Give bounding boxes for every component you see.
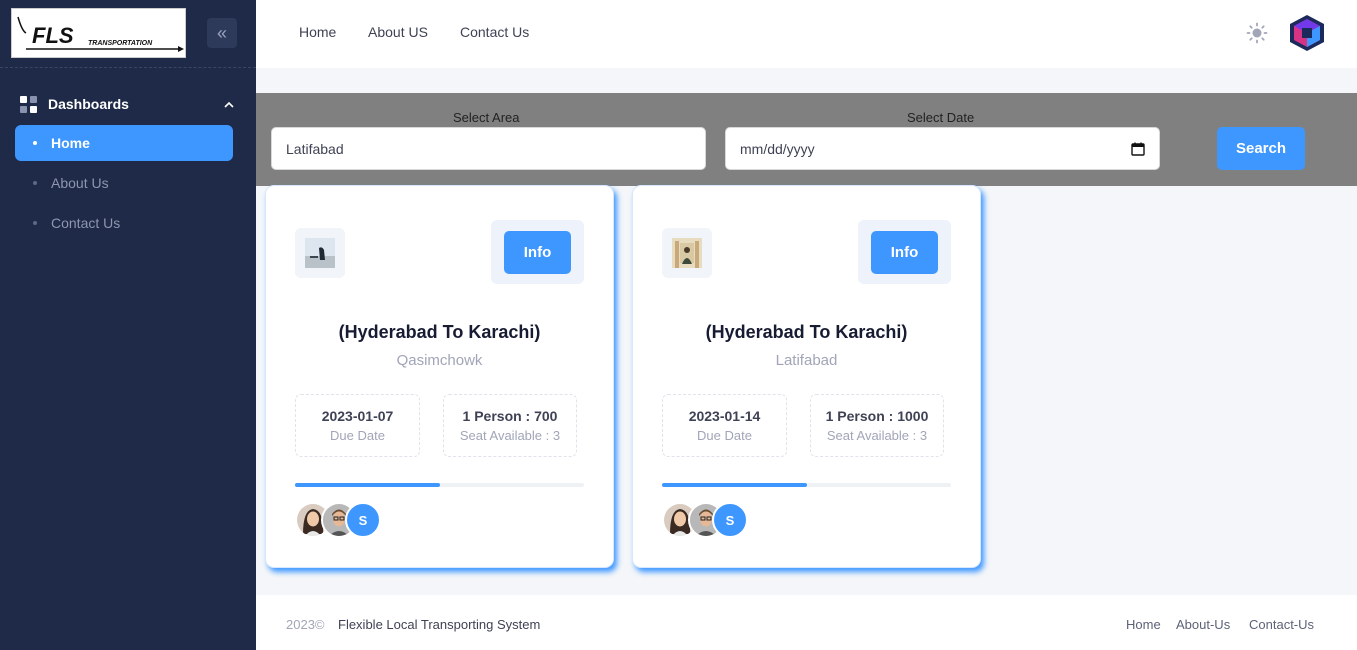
area-input[interactable]: Latifabad — [271, 127, 706, 170]
due-date-label: Due Date — [697, 428, 752, 443]
sidebar-item-label: Home — [51, 135, 90, 151]
calendar-icon[interactable] — [1131, 142, 1145, 156]
footer-link-contact[interactable]: Contact-Us — [1249, 617, 1314, 632]
trip-thumbnail — [662, 228, 712, 278]
pickup-location: Qasimchowk — [396, 352, 483, 369]
dashboard-grid-icon — [20, 95, 37, 113]
info-button-wrapper: Info — [491, 220, 584, 284]
due-date-value: 2023-01-07 — [321, 408, 394, 424]
bullet-icon — [33, 221, 37, 225]
double-chevron-left-icon: « — [216, 22, 227, 43]
dashboards-section-label: Dashboards — [48, 96, 129, 112]
search-bar: Select Area Latifabad Select Date mm/dd/… — [256, 93, 1357, 186]
trip-photo-icon — [305, 238, 335, 268]
price-value: 1 Person : 700 — [462, 408, 558, 424]
info-button-wrapper: Info — [858, 220, 951, 284]
trip-thumbnail — [295, 228, 345, 278]
progress-fill — [295, 483, 440, 487]
bullet-icon — [33, 181, 37, 185]
sidebar-item-about-us[interactable]: About Us — [15, 165, 233, 201]
seats-available: Seat Available : 3 — [459, 428, 561, 443]
avatar-group: S — [295, 502, 385, 538]
route-title: (Hyderabad To Karachi) — [338, 322, 541, 342]
chevron-up-icon — [224, 101, 234, 108]
sidebar-item-label: Contact Us — [51, 215, 121, 231]
dashboards-section[interactable]: Dashboards — [20, 94, 240, 114]
logo-text: FLS — [32, 23, 74, 48]
due-date-label: Due Date — [330, 428, 385, 443]
footer-link-about[interactable]: About-Us — [1176, 617, 1230, 632]
info-button[interactable]: Info — [871, 231, 938, 274]
route-title: (Hyderabad To Karachi) — [705, 322, 908, 342]
select-date-label: Select Date — [907, 110, 975, 125]
sidebar: FLS TRANSPORTATION « Dashboards Home Abo… — [0, 0, 256, 650]
trip-card: Info (Hyderabad To Karachi) Qasimchowk 2… — [266, 186, 613, 567]
due-date-box: 2023-01-14 Due Date — [662, 394, 787, 457]
top-header: Home About US Contact Us — [256, 0, 1357, 68]
price-box: 1 Person : 1000 Seat Available : 3 — [810, 394, 944, 457]
date-placeholder: mm/dd/yyyy — [740, 140, 815, 157]
footer-site-name: Flexible Local Transporting System — [338, 617, 541, 632]
collapse-sidebar-button[interactable]: « — [207, 18, 237, 48]
due-date-box: 2023-01-07 Due Date — [295, 394, 420, 457]
fls-logo[interactable]: FLS TRANSPORTATION — [11, 8, 186, 58]
progress-bar — [295, 483, 584, 487]
user-avatar[interactable] — [1288, 14, 1326, 52]
trip-photo-icon — [672, 238, 702, 268]
search-button[interactable]: Search — [1217, 127, 1305, 170]
header-link-home[interactable]: Home — [299, 24, 336, 40]
avatar-group: S — [662, 502, 752, 538]
header-link-about[interactable]: About US — [368, 24, 428, 40]
price-value: 1 Person : 1000 — [825, 408, 929, 424]
progress-bar — [662, 483, 951, 487]
footer-year: 2023© — [286, 617, 325, 632]
fls-logo-graphic: FLS TRANSPORTATION — [17, 16, 184, 52]
info-button[interactable]: Info — [504, 231, 571, 274]
sidebar-item-contact-us[interactable]: Contact Us — [15, 205, 233, 241]
price-box: 1 Person : 700 Seat Available : 3 — [443, 394, 577, 457]
footer-link-home[interactable]: Home — [1126, 617, 1161, 632]
date-input[interactable]: mm/dd/yyyy — [725, 127, 1160, 170]
due-date-value: 2023-01-14 — [688, 408, 761, 424]
sidebar-item-label: About Us — [51, 175, 109, 191]
trip-card: Info (Hyderabad To Karachi) Latifabad 20… — [633, 186, 980, 567]
header-link-contact[interactable]: Contact Us — [460, 24, 529, 40]
footer: 2023© Flexible Local Transporting System… — [256, 595, 1357, 650]
avatar-initial[interactable]: S — [712, 502, 748, 538]
progress-fill — [662, 483, 807, 487]
pickup-location: Latifabad — [775, 352, 838, 369]
avatar-initial[interactable]: S — [345, 502, 381, 538]
sun-icon[interactable] — [1246, 22, 1268, 44]
seats-available: Seat Available : 3 — [826, 428, 928, 443]
sidebar-item-home[interactable]: Home — [15, 125, 233, 161]
bullet-icon — [33, 141, 37, 145]
sidebar-divider — [0, 67, 256, 68]
select-area-label: Select Area — [453, 110, 520, 125]
logo-tagline: TRANSPORTATION — [88, 40, 153, 47]
